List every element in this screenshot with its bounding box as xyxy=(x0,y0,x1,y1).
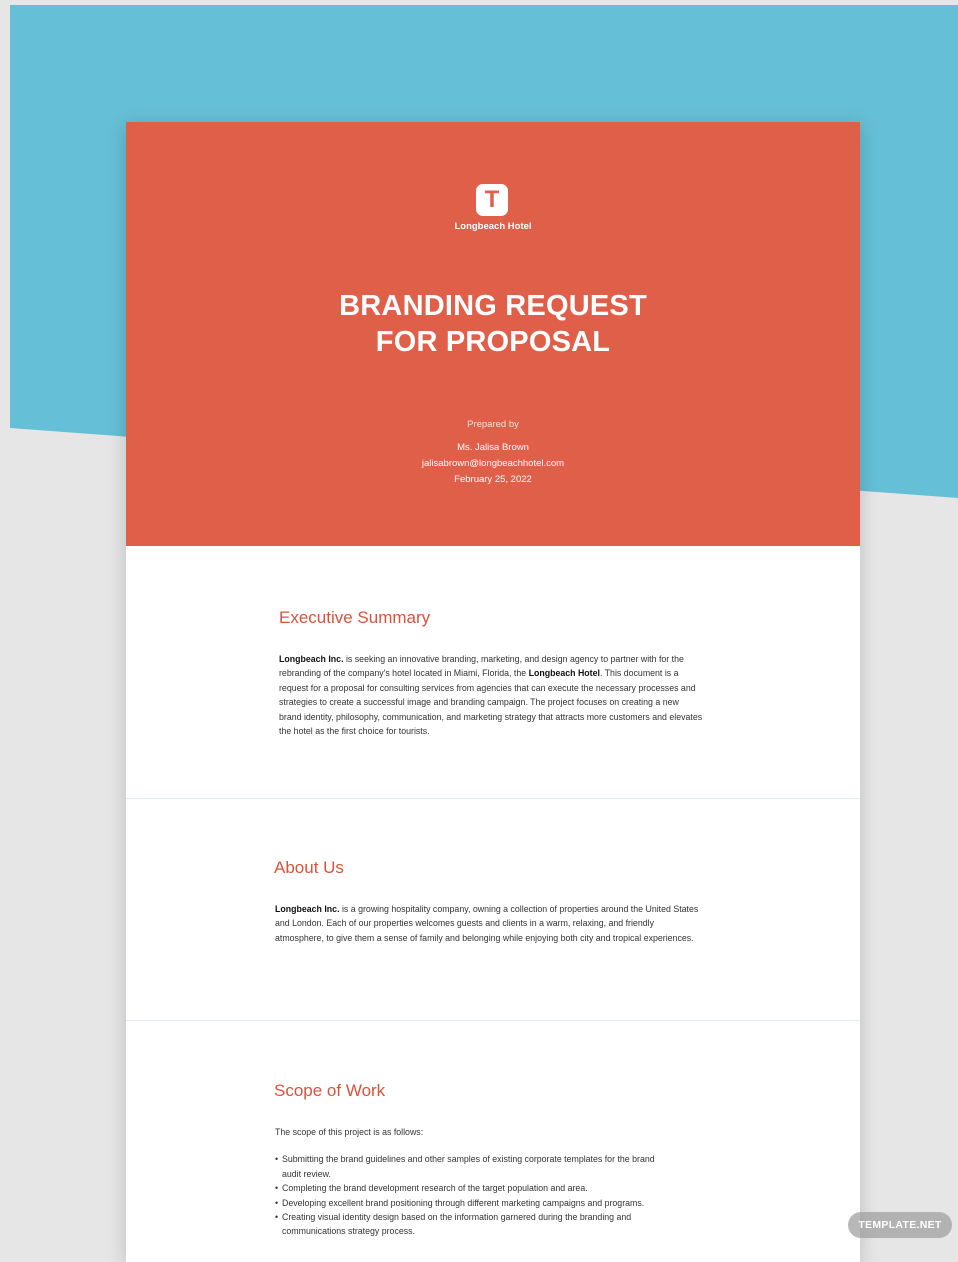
template-net-watermark: TEMPLATE.NET xyxy=(848,1212,952,1238)
scope-of-work-heading: Scope of Work xyxy=(274,1081,386,1100)
prepared-by-label: Prepared by xyxy=(467,419,519,430)
cover-header: T Longbeach Hotel BRANDING REQUEST FOR P… xyxy=(126,122,860,546)
document-page: T Longbeach Hotel BRANDING REQUEST FOR P… xyxy=(126,122,860,1262)
document-title-line-1: BRANDING REQUEST xyxy=(339,290,647,322)
hotel-logo-icon: T xyxy=(476,184,508,216)
document-title-line-2: FOR PROPOSAL xyxy=(375,326,611,358)
executive-summary-heading: Executive Summary xyxy=(279,608,431,627)
executive-summary-hotel: Longbeach Hotel xyxy=(528,668,600,679)
section-about-us: About Us Longbeach Inc. is a growing hos… xyxy=(126,798,860,1021)
scope-of-work-intro: The scope of this project is as follows: xyxy=(275,1127,424,1137)
executive-summary-text-part-2: . This document is a request for a propo… xyxy=(279,668,703,737)
list-item: Completing the brand development researc… xyxy=(275,1181,675,1196)
about-us-text: Longbeach Inc. is a growing hospitality … xyxy=(275,902,701,945)
preparer-email: jalisabrown@longbeachhotel.com xyxy=(421,458,565,469)
executive-summary-text: Longbeach Inc. is seeking an innovative … xyxy=(279,652,703,738)
hotel-logo-name: Longbeach Hotel xyxy=(454,221,532,232)
about-us-company: Longbeach Inc. xyxy=(275,904,340,914)
document-date: February 25, 2022 xyxy=(454,474,532,485)
about-us-heading: About Us xyxy=(274,858,344,877)
section-scope-of-work: Scope of Work The scope of this project … xyxy=(126,1021,860,1262)
scope-of-work-body: The scope of this project is as follows:… xyxy=(275,1125,675,1239)
scope-of-work-list: Submitting the brand guidelines and othe… xyxy=(275,1152,675,1238)
document-title: BRANDING REQUEST FOR PROPOSAL xyxy=(126,288,860,360)
list-item: Creating visual identity design based on… xyxy=(275,1210,675,1239)
list-item: Developing excellent brand positioning t… xyxy=(275,1196,675,1211)
list-item: Submitting the brand guidelines and othe… xyxy=(275,1152,675,1181)
prepared-by-details: Ms. Jalisa Brown jalisabrown@longbeachho… xyxy=(126,440,860,488)
preparer-name: Ms. Jalisa Brown xyxy=(457,442,529,453)
section-executive-summary: Executive Summary Longbeach Inc. is seek… xyxy=(126,546,860,799)
executive-summary-company: Longbeach Inc. xyxy=(279,654,344,664)
